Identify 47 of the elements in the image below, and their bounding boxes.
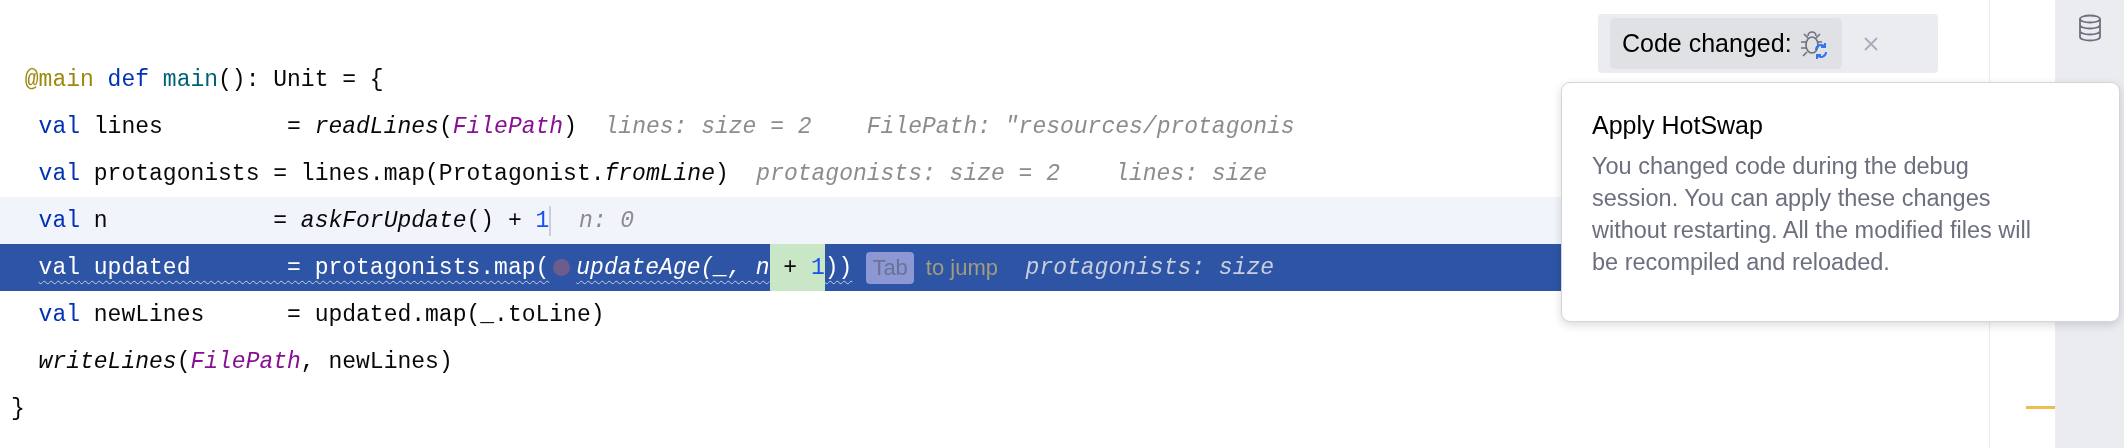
inlay-hint: lines: size = 2 (604, 113, 812, 140)
text-caret (549, 205, 552, 236)
constant: FilePath (190, 348, 301, 375)
function-call: writeLines (38, 348, 177, 375)
code-text: )) (824, 254, 853, 281)
popup-text: You changed code during the debug session. You can apply these changes without restarting. All the modified files will be recompiled and reloaded. (1592, 152, 2032, 277)
code-text: lines = (92, 113, 302, 140)
function-call: askForUpdate (300, 207, 467, 234)
warning-stripe[interactable] (2026, 406, 2055, 409)
function-call: updateAge(_, n (576, 254, 770, 281)
code-text: n = (92, 207, 289, 234)
keyword: def (106, 66, 150, 93)
code-text: ) (714, 160, 729, 187)
code-text: updated = protagonists.map( (92, 254, 550, 281)
code-text: ( (438, 113, 453, 140)
inlay-hint: n: 0 (578, 207, 635, 234)
code-changed-button[interactable]: Code changed: (1610, 18, 1842, 69)
function-call: readLines (314, 113, 439, 140)
keyword: val (38, 113, 80, 140)
code-text: (): Unit = { (218, 66, 384, 93)
database-icon[interactable] (2076, 14, 2103, 42)
code-text: ) (563, 113, 577, 140)
hint-text: to jump (925, 254, 998, 281)
constant: FilePath (452, 113, 564, 140)
close-icon[interactable] (1861, 34, 1880, 53)
code-text: protagonists = lines.map(Protagonist. (92, 160, 605, 187)
code-text: } (11, 395, 25, 422)
number-literal: 1 (535, 207, 550, 234)
inlay-hint: protagonists: size (1025, 254, 1275, 281)
popup-title: Apply HotSwap (1592, 111, 1764, 140)
annotation: @main (24, 66, 94, 93)
function-name: main (161, 66, 219, 93)
function-call: fromLine (604, 160, 715, 187)
code-text: + (769, 244, 811, 291)
code-text: newLines = updated.map(_.toLine) (92, 301, 605, 328)
keyword: val (38, 207, 80, 234)
keyword: val (38, 160, 80, 187)
code-text: , newLines) (300, 348, 453, 375)
inlay-hint: FilePath: "resources/protagonis (866, 113, 1295, 140)
code-text: ( (176, 348, 191, 375)
inlay-hint: lines: size (1115, 160, 1268, 187)
circle-icon (553, 259, 571, 276)
keyword: val (38, 254, 80, 281)
keyword: val (38, 301, 80, 328)
tab-key-hint: Tab (866, 251, 914, 284)
inlay-hint: protagonists: size = 2 (756, 160, 1060, 187)
code-text: () + (466, 207, 523, 234)
